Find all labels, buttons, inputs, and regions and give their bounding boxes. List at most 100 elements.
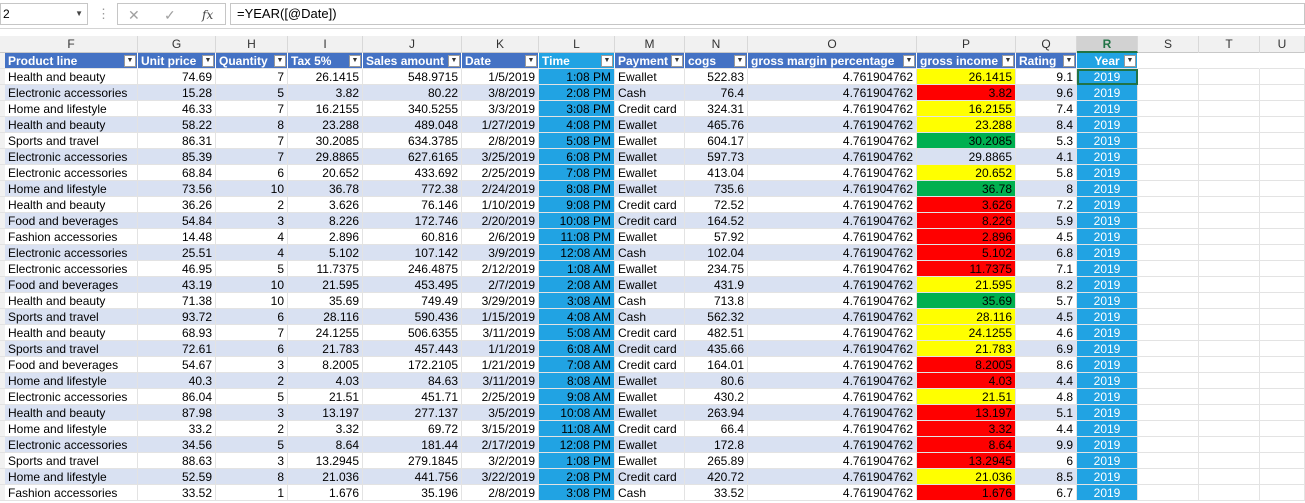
cell-year[interactable]: 2019	[1077, 437, 1138, 453]
cell-time[interactable]: 10:08 AM	[539, 405, 615, 421]
empty-cell[interactable]	[1199, 181, 1260, 197]
cell-time[interactable]: 10:08 PM	[539, 213, 615, 229]
cell-product-line[interactable]: Fashion accessories	[5, 485, 138, 501]
cell-cogs[interactable]: 430.2	[685, 389, 748, 405]
cell-gross-income[interactable]: 21.51	[917, 389, 1016, 405]
cell-payment[interactable]: Ewallet	[615, 117, 685, 133]
cell-quantity[interactable]: 3	[216, 405, 288, 421]
empty-cell[interactable]	[1199, 357, 1260, 373]
empty-cell[interactable]	[1138, 421, 1199, 437]
cell-payment[interactable]: Ewallet	[615, 69, 685, 85]
empty-cell[interactable]	[1199, 213, 1260, 229]
filter-dropdown-icon[interactable]: ▼	[274, 55, 286, 67]
empty-cell[interactable]	[1199, 133, 1260, 149]
cell-sales-amount[interactable]: 80.22	[363, 85, 462, 101]
cell-gross-income[interactable]: 26.1415	[917, 69, 1016, 85]
cell-cogs[interactable]: 413.04	[685, 165, 748, 181]
cell-cogs[interactable]: 72.52	[685, 197, 748, 213]
empty-cell[interactable]	[1138, 133, 1199, 149]
cell-year[interactable]: 2019	[1077, 453, 1138, 469]
cell-payment[interactable]: Ewallet	[615, 181, 685, 197]
cell-payment[interactable]: Credit card	[615, 357, 685, 373]
cell-product-line[interactable]: Food and beverages	[5, 213, 138, 229]
empty-cell[interactable]	[1199, 453, 1260, 469]
column-header-u[interactable]: U	[1260, 36, 1305, 53]
cell-cogs[interactable]: 604.17	[685, 133, 748, 149]
cell-payment[interactable]: Cash	[615, 245, 685, 261]
cell-cogs[interactable]: 522.83	[685, 69, 748, 85]
cell-time[interactable]: 3:08 PM	[539, 101, 615, 117]
empty-cell[interactable]	[1138, 261, 1199, 277]
cell-product-line[interactable]: Home and lifestyle	[5, 101, 138, 117]
cell-rating[interactable]: 4.5	[1016, 229, 1077, 245]
empty-cell[interactable]	[1199, 101, 1260, 117]
cell-product-line[interactable]: Health and beauty	[5, 293, 138, 309]
cell-sales-amount[interactable]: 84.63	[363, 373, 462, 389]
empty-cell[interactable]	[1199, 405, 1260, 421]
cell-product-line[interactable]: Electronic accessories	[5, 437, 138, 453]
cell-date[interactable]: 1/27/2019	[462, 117, 539, 133]
cell-unit-price[interactable]: 34.56	[138, 437, 216, 453]
cell-time[interactable]: 1:08 PM	[539, 453, 615, 469]
cell-gross-margin-percentage[interactable]: 4.761904762	[748, 197, 917, 213]
cell-gross-margin-percentage[interactable]: 4.761904762	[748, 229, 917, 245]
empty-cell[interactable]	[1138, 117, 1199, 133]
enter-icon[interactable]: ✓	[164, 6, 176, 24]
empty-cell[interactable]	[1199, 261, 1260, 277]
cell-unit-price[interactable]: 25.51	[138, 245, 216, 261]
cell-product-line[interactable]: Food and beverages	[5, 357, 138, 373]
empty-cell[interactable]	[1138, 85, 1199, 101]
cell-product-line[interactable]: Sports and travel	[5, 133, 138, 149]
column-header-h[interactable]: H	[216, 36, 288, 53]
empty-cell[interactable]	[1260, 405, 1305, 421]
cell-date[interactable]: 2/25/2019	[462, 389, 539, 405]
cell-gross-margin-percentage[interactable]: 4.761904762	[748, 485, 917, 501]
cell-date[interactable]: 2/25/2019	[462, 165, 539, 181]
empty-cell[interactable]	[1199, 437, 1260, 453]
column-header-o[interactable]: O	[748, 36, 917, 53]
empty-cell[interactable]	[1138, 405, 1199, 421]
cell-unit-price[interactable]: 58.22	[138, 117, 216, 133]
cell-tax[interactable]: 26.1415	[288, 69, 363, 85]
cell-date[interactable]: 2/24/2019	[462, 181, 539, 197]
cell-rating[interactable]: 5.3	[1016, 133, 1077, 149]
cell-rating[interactable]: 8.5	[1016, 469, 1077, 485]
cell-cogs[interactable]: 420.72	[685, 469, 748, 485]
cell-quantity[interactable]: 7	[216, 325, 288, 341]
cell-cogs[interactable]: 234.75	[685, 261, 748, 277]
cell-tax[interactable]: 21.783	[288, 341, 363, 357]
cell-gross-margin-percentage[interactable]: 4.761904762	[748, 181, 917, 197]
cell-unit-price[interactable]: 54.84	[138, 213, 216, 229]
cell-rating[interactable]: 6.9	[1016, 341, 1077, 357]
cell-tax[interactable]: 35.69	[288, 293, 363, 309]
empty-cell[interactable]	[1138, 293, 1199, 309]
cell-product-line[interactable]: Electronic accessories	[5, 149, 138, 165]
formula-bar-grip-icon[interactable]: ⋮	[97, 6, 110, 22]
cell-quantity[interactable]: 5	[216, 437, 288, 453]
cell-rating[interactable]: 5.9	[1016, 213, 1077, 229]
cell-gross-income[interactable]: 20.652	[917, 165, 1016, 181]
cell-year[interactable]: 2019	[1077, 85, 1138, 101]
cell-rating[interactable]: 4.1	[1016, 149, 1077, 165]
header-cogs[interactable]: cogs ▼	[685, 53, 748, 69]
empty-cell[interactable]	[1260, 197, 1305, 213]
cell-quantity[interactable]: 6	[216, 165, 288, 181]
cell-sales-amount[interactable]: 69.72	[363, 421, 462, 437]
cell-gross-income[interactable]: 1.676	[917, 485, 1016, 501]
cell-date[interactable]: 3/22/2019	[462, 469, 539, 485]
cell-gross-income[interactable]: 21.036	[917, 469, 1016, 485]
header-unit-price[interactable]: Unit price ▼	[138, 53, 216, 69]
cell-date[interactable]: 1/15/2019	[462, 309, 539, 325]
cell-date[interactable]: 1/21/2019	[462, 357, 539, 373]
cell-tax[interactable]: 36.78	[288, 181, 363, 197]
cell-time[interactable]: 8:08 AM	[539, 373, 615, 389]
cell-year[interactable]: 2019	[1077, 389, 1138, 405]
cell-payment[interactable]: Credit card	[615, 197, 685, 213]
cell-year[interactable]: 2019	[1077, 229, 1138, 245]
cell-rating[interactable]: 4.4	[1016, 373, 1077, 389]
cell-gross-income[interactable]: 2.896	[917, 229, 1016, 245]
cell-unit-price[interactable]: 40.3	[138, 373, 216, 389]
cell-gross-income[interactable]: 30.2085	[917, 133, 1016, 149]
empty-cell[interactable]	[1260, 85, 1305, 101]
empty-cell[interactable]	[1199, 469, 1260, 485]
